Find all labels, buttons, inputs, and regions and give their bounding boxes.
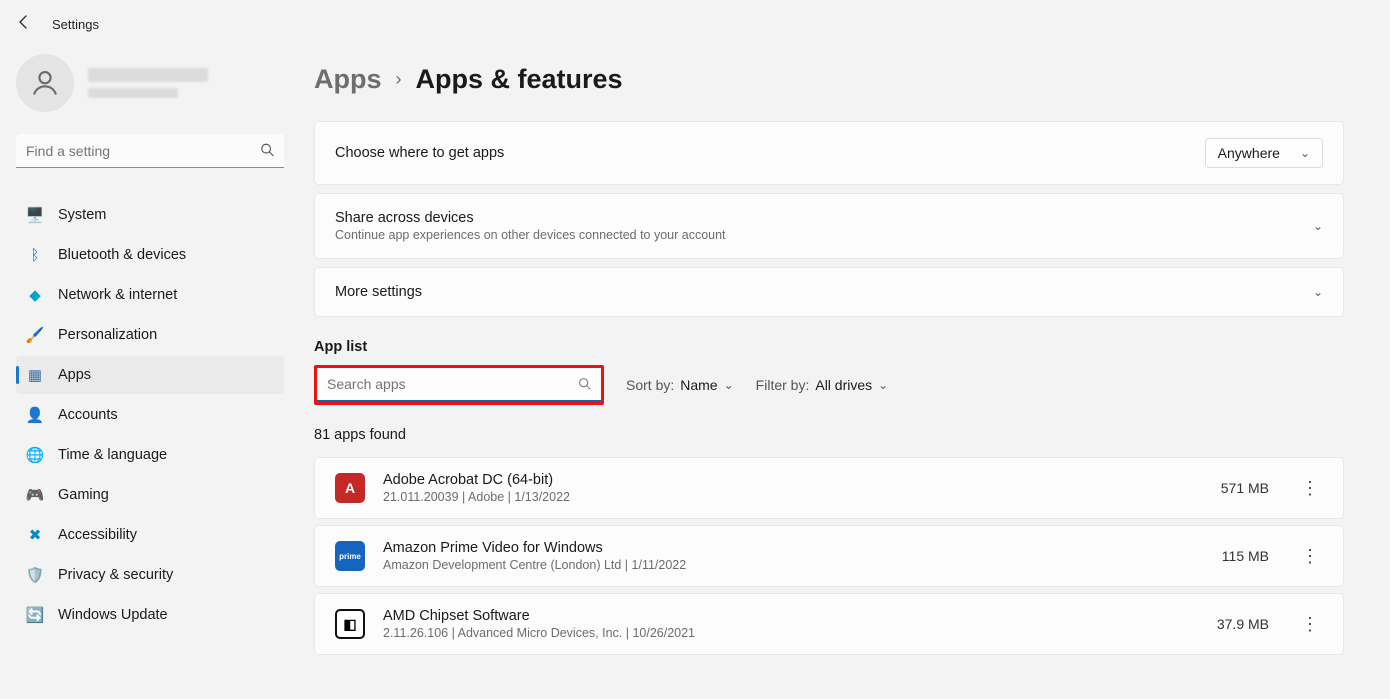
- gaming-icon: 🎮: [26, 486, 44, 504]
- sort-value: Name: [680, 377, 717, 393]
- sidebar-item-label: Time & language: [58, 447, 167, 463]
- avatar: [16, 54, 74, 112]
- search-icon: [578, 377, 591, 393]
- system-icon: 🖥️: [26, 206, 44, 224]
- personalization-icon: 🖌️: [26, 326, 44, 344]
- filter-by-dropdown[interactable]: Filter by: All drives ⌄: [756, 377, 889, 393]
- app-icon: ◧: [335, 609, 365, 639]
- card-share-devices[interactable]: Share across devices Continue app experi…: [314, 193, 1344, 259]
- sidebar-item-system[interactable]: 🖥️ System: [16, 196, 284, 234]
- apps-found-count: 81 apps found: [314, 427, 1344, 443]
- app-size: 571 MB: [1221, 480, 1269, 496]
- sidebar-item-label: Accessibility: [58, 527, 137, 543]
- chevron-right-icon: ›: [396, 69, 402, 90]
- sidebar-item-gaming[interactable]: 🎮 Gaming: [16, 476, 284, 514]
- app-more-button[interactable]: ⋮: [1297, 546, 1323, 567]
- filter-value: All drives: [815, 377, 872, 393]
- card-more-settings[interactable]: More settings ⌄: [314, 267, 1344, 317]
- app-name: Adobe Acrobat DC (64-bit): [383, 472, 1203, 488]
- sidebar-item-label: Privacy & security: [58, 567, 173, 583]
- card-title: Choose where to get apps: [335, 145, 504, 161]
- card-subtitle: Continue app experiences on other device…: [335, 228, 726, 242]
- search-apps-highlight: [314, 365, 604, 405]
- sidebar-item-label: Accounts: [58, 407, 118, 423]
- user-text: [88, 68, 208, 98]
- app-list-title: App list: [314, 339, 1344, 355]
- chevron-down-icon: ⌄: [1300, 146, 1310, 160]
- sidebar-item-bluetooth-devices[interactable]: ᛒ Bluetooth & devices: [16, 236, 284, 274]
- sidebar-item-accessibility[interactable]: ✖ Accessibility: [16, 516, 284, 554]
- sidebar-item-network-internet[interactable]: ◆ Network & internet: [16, 276, 284, 314]
- sidebar-item-label: Apps: [58, 367, 91, 383]
- app-info: Amazon Prime Video for Windows Amazon Dev…: [383, 540, 1204, 572]
- app-size: 115 MB: [1222, 548, 1269, 564]
- chevron-down-icon: ⌄: [724, 378, 734, 392]
- network-internet-icon: ◆: [26, 286, 44, 304]
- sidebar-item-label: Personalization: [58, 327, 157, 343]
- sort-by-dropdown[interactable]: Sort by: Name ⌄: [626, 377, 734, 393]
- time-language-icon: 🌐: [26, 446, 44, 464]
- app-icon: prime: [335, 541, 365, 571]
- app-info: AMD Chipset Software 2.11.26.106 | Advanc…: [383, 608, 1199, 640]
- sidebar-item-label: System: [58, 207, 106, 223]
- title-bar: Settings: [0, 0, 1390, 48]
- breadcrumb-parent[interactable]: Apps: [314, 64, 382, 95]
- app-size: 37.9 MB: [1217, 616, 1269, 632]
- sidebar-item-label: Windows Update: [58, 607, 168, 623]
- sidebar-item-accounts[interactable]: 👤 Accounts: [16, 396, 284, 434]
- accessibility-icon: ✖: [26, 526, 44, 544]
- sidebar-item-label: Network & internet: [58, 287, 177, 303]
- chevron-down-icon: ⌄: [878, 378, 888, 392]
- card-title: Share across devices: [335, 210, 726, 226]
- sidebar-item-time-language[interactable]: 🌐 Time & language: [16, 436, 284, 474]
- sidebar-item-label: Bluetooth & devices: [58, 247, 186, 263]
- sidebar-item-windows-update[interactable]: 🔄 Windows Update: [16, 596, 284, 634]
- find-setting-input[interactable]: [16, 134, 284, 168]
- app-more-button[interactable]: ⋮: [1297, 614, 1323, 635]
- search-apps-box[interactable]: [317, 368, 601, 402]
- app-row[interactable]: ◧ AMD Chipset Software 2.11.26.106 | Advan…: [314, 593, 1344, 655]
- search-icon: [260, 143, 274, 160]
- app-meta: Amazon Development Centre (London) Ltd |…: [383, 558, 1204, 572]
- breadcrumb: Apps › Apps & features: [314, 64, 1344, 95]
- app-info: Adobe Acrobat DC (64-bit) 21.011.20039 | …: [383, 472, 1203, 504]
- search-apps-input[interactable]: [317, 368, 601, 402]
- app-name: Amazon Prime Video for Windows: [383, 540, 1204, 556]
- app-name: AMD Chipset Software: [383, 608, 1199, 624]
- bluetooth-devices-icon: ᛒ: [26, 247, 44, 264]
- sidebar-item-apps[interactable]: ▦ Apps: [16, 356, 284, 394]
- find-setting-search[interactable]: [16, 134, 284, 168]
- app-icon: A: [335, 473, 365, 503]
- privacy-security-icon: 🛡️: [26, 566, 44, 584]
- back-button[interactable]: [16, 14, 32, 35]
- app-meta: 21.011.20039 | Adobe | 1/13/2022: [383, 490, 1203, 504]
- accounts-icon: 👤: [26, 406, 44, 424]
- app-more-button[interactable]: ⋮: [1297, 478, 1323, 499]
- apps-container: A Adobe Acrobat DC (64-bit) 21.011.20039 |…: [314, 457, 1344, 655]
- app-row[interactable]: A Adobe Acrobat DC (64-bit) 21.011.20039 |…: [314, 457, 1344, 519]
- main-content: Apps › Apps & features Choose where to g…: [300, 48, 1390, 661]
- page-title: Apps & features: [416, 64, 623, 95]
- window-title: Settings: [52, 17, 99, 32]
- apps-icon: ▦: [26, 366, 44, 384]
- card-title: More settings: [335, 284, 422, 300]
- app-list-controls: Sort by: Name ⌄ Filter by: All drives ⌄: [314, 365, 1344, 405]
- windows-update-icon: 🔄: [26, 606, 44, 624]
- sidebar-item-label: Gaming: [58, 487, 109, 503]
- filter-label: Filter by:: [756, 377, 810, 393]
- nav: 🖥️ System ᛒ Bluetooth & devices ◆ Network & i…: [16, 196, 284, 634]
- card-choose-apps[interactable]: Choose where to get apps Anywhere ⌄: [314, 121, 1344, 185]
- chevron-down-icon: ⌄: [1313, 219, 1323, 233]
- dropdown-value: Anywhere: [1218, 145, 1280, 161]
- sidebar-item-privacy-security[interactable]: 🛡️ Privacy & security: [16, 556, 284, 594]
- choose-apps-dropdown[interactable]: Anywhere ⌄: [1205, 138, 1323, 168]
- sidebar: 🖥️ System ᛒ Bluetooth & devices ◆ Network & i…: [0, 48, 300, 661]
- app-row[interactable]: primeAmazon Prime Video for WindowsAmazo…: [314, 525, 1344, 587]
- chevron-down-icon: ⌄: [1313, 285, 1323, 299]
- user-block[interactable]: [16, 54, 284, 112]
- sidebar-item-personalization[interactable]: 🖌️ Personalization: [16, 316, 284, 354]
- app-meta: 2.11.26.106 | Advanced Micro Devices, In…: [383, 626, 1199, 640]
- sort-label: Sort by:: [626, 377, 674, 393]
